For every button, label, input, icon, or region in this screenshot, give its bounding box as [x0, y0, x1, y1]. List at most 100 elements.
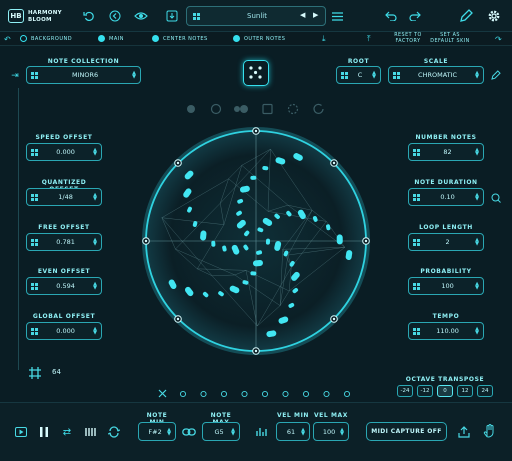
- back-circle-icon[interactable]: [108, 9, 122, 23]
- octave-option-0[interactable]: -24: [397, 385, 413, 397]
- main-toggle-dot[interactable]: [98, 35, 105, 42]
- menu-icon[interactable]: [331, 10, 343, 22]
- scale-select[interactable]: CHROMATIC ▲ ▼: [388, 66, 484, 84]
- even-offset-field[interactable]: 0.594 ▲ ▼: [26, 277, 102, 295]
- octave-option-1[interactable]: -12: [417, 385, 433, 397]
- velocity-curve-icon[interactable]: [255, 426, 269, 438]
- link-range-icon[interactable]: [182, 426, 196, 438]
- vel-max-field[interactable]: 100 ▲ ▼: [313, 422, 349, 441]
- free-offset-grid-icon[interactable]: [31, 238, 38, 246]
- note-duration-field[interactable]: 0.10 ▲ ▼: [408, 188, 484, 206]
- edit-scale-icon[interactable]: [490, 69, 502, 81]
- set-default-skin-button[interactable]: SET AS DEFAULT SKIN: [430, 33, 470, 45]
- skin-save-icon[interactable]: ⤓: [322, 34, 326, 44]
- vel-min-field[interactable]: 61 ▲ ▼: [276, 422, 310, 441]
- bloom-visualizer[interactable]: [140, 125, 372, 357]
- note-duration-stepper-icon[interactable]: ▲ ▼: [475, 193, 479, 202]
- bloom-svg[interactable]: [140, 125, 372, 357]
- probability-stepper-icon[interactable]: ▲ ▼: [475, 282, 479, 291]
- quantized-offset-stepper-icon[interactable]: ▲ ▼: [93, 193, 97, 202]
- octave-option-2[interactable]: 0: [437, 385, 453, 397]
- number-notes-grid-icon[interactable]: [413, 148, 420, 156]
- root-stepper-icon[interactable]: ▲ ▼: [372, 71, 376, 80]
- outer-notes-toggle-dot[interactable]: [233, 35, 240, 42]
- skin-undo-icon[interactable]: ↶: [4, 35, 11, 44]
- loop-icon[interactable]: [107, 425, 121, 439]
- note-collection-grid-icon[interactable]: [31, 71, 38, 79]
- speed-offset-grid-icon[interactable]: [31, 148, 38, 156]
- drag-hand-icon[interactable]: [482, 423, 498, 439]
- bloom-note: [265, 238, 271, 245]
- note-collection-stepper-icon[interactable]: ▲ ▼: [132, 71, 136, 80]
- preset-prev-icon[interactable]: ◀: [300, 11, 305, 19]
- skin-export-icon[interactable]: ⤒: [367, 34, 371, 44]
- speed-offset-field[interactable]: 0.000 ▲ ▼: [26, 143, 102, 161]
- midi-capture-button[interactable]: MIDI CAPTURE OFF: [366, 422, 447, 441]
- even-offset-stepper-icon[interactable]: ▲ ▼: [93, 282, 97, 291]
- shuffle-icon[interactable]: ⇄: [60, 425, 74, 439]
- play-icon[interactable]: [14, 425, 28, 439]
- probability-field[interactable]: 100 ▲ ▼: [408, 277, 484, 295]
- preset-next-icon[interactable]: ▶: [313, 11, 318, 19]
- probability-grid-icon[interactable]: [413, 282, 420, 290]
- undo-history-icon[interactable]: [82, 9, 96, 23]
- note-max-field[interactable]: G5 ▲ ▼: [202, 422, 240, 441]
- note-min-field[interactable]: F#2 ▲ ▼: [138, 422, 176, 441]
- duration-mode-icon[interactable]: [490, 192, 502, 204]
- skin-redo-icon[interactable]: ↷: [495, 35, 502, 44]
- export-midi-icon[interactable]: [457, 425, 471, 439]
- center-notes-toggle[interactable]: CENTER NOTES: [152, 35, 208, 42]
- global-offset-stepper-icon[interactable]: ▲ ▼: [93, 327, 97, 336]
- note-max-stepper-icon[interactable]: ▲ ▼: [231, 427, 235, 436]
- number-notes-field[interactable]: 82 ▲ ▼: [408, 143, 484, 161]
- redo-icon[interactable]: [408, 9, 422, 23]
- even-offset-grid-icon[interactable]: [31, 282, 38, 290]
- note-collection-select[interactable]: MINOR6 ▲ ▼: [26, 66, 141, 84]
- tempo-grid-icon[interactable]: [413, 327, 420, 335]
- preset-selector[interactable]: Sunlit ◀ ▶: [186, 6, 326, 26]
- eye-icon[interactable]: [133, 9, 149, 23]
- loop-length-stepper-icon[interactable]: ▲ ▼: [475, 238, 479, 247]
- undo-icon[interactable]: [384, 9, 398, 23]
- preset-browser-icon[interactable]: [193, 13, 200, 20]
- note-collection-value: MINOR6: [71, 71, 99, 79]
- gear-icon[interactable]: [486, 8, 502, 24]
- scale-grid-icon[interactable]: [393, 71, 400, 79]
- octave-option-4[interactable]: 24: [477, 385, 493, 397]
- vel-max-stepper-icon[interactable]: ▲ ▼: [340, 427, 344, 436]
- center-notes-toggle-dot[interactable]: [152, 35, 159, 42]
- root-select[interactable]: C ▲ ▼: [336, 66, 381, 84]
- global-offset-grid-icon[interactable]: [31, 327, 38, 335]
- tempo-stepper-icon[interactable]: ▲ ▼: [475, 327, 479, 336]
- scale-stepper-icon[interactable]: ▲ ▼: [475, 71, 479, 80]
- global-offset-field[interactable]: 0.000 ▲ ▼: [26, 322, 102, 340]
- background-toggle-dot[interactable]: [20, 35, 27, 42]
- grid-size-icon[interactable]: [28, 366, 42, 380]
- loop-length-field[interactable]: 2 ▲ ▼: [408, 233, 484, 251]
- tempo-field[interactable]: 110.00 ▲ ▼: [408, 322, 484, 340]
- dice-icon[interactable]: [243, 60, 269, 86]
- vel-min-stepper-icon[interactable]: ▲ ▼: [301, 427, 305, 436]
- piano-icon[interactable]: [84, 425, 98, 439]
- root-grid-icon[interactable]: [341, 71, 348, 79]
- note-min-stepper-icon[interactable]: ▲ ▼: [167, 427, 171, 436]
- note-duration-value: 0.10: [440, 193, 455, 201]
- outer-notes-toggle[interactable]: OUTER NOTES: [233, 35, 285, 42]
- main-toggle[interactable]: MAIN: [98, 35, 124, 42]
- reset-to-factory-button[interactable]: RESET TO FACTORY: [390, 33, 426, 45]
- pause-icon[interactable]: [37, 425, 51, 439]
- free-offset-field[interactable]: 0.781 ▲ ▼: [26, 233, 102, 251]
- note-min-value: F#2: [148, 427, 162, 436]
- pencil-icon[interactable]: [458, 8, 474, 24]
- octave-option-3[interactable]: 12: [457, 385, 473, 397]
- quantized-offset-grid-icon[interactable]: [31, 193, 38, 201]
- quantized-offset-field[interactable]: 1/48 ▲ ▼: [26, 188, 102, 206]
- save-icon[interactable]: [165, 9, 179, 23]
- loop-length-grid-icon[interactable]: [413, 238, 420, 246]
- note-duration-grid-icon[interactable]: [413, 193, 420, 201]
- login-icon[interactable]: ⇥: [9, 70, 21, 82]
- background-toggle[interactable]: BACKGROUND: [20, 35, 72, 42]
- number-notes-stepper-icon[interactable]: ▲ ▼: [475, 148, 479, 157]
- free-offset-stepper-icon[interactable]: ▲ ▼: [93, 238, 97, 247]
- speed-offset-stepper-icon[interactable]: ▲ ▼: [93, 148, 97, 157]
